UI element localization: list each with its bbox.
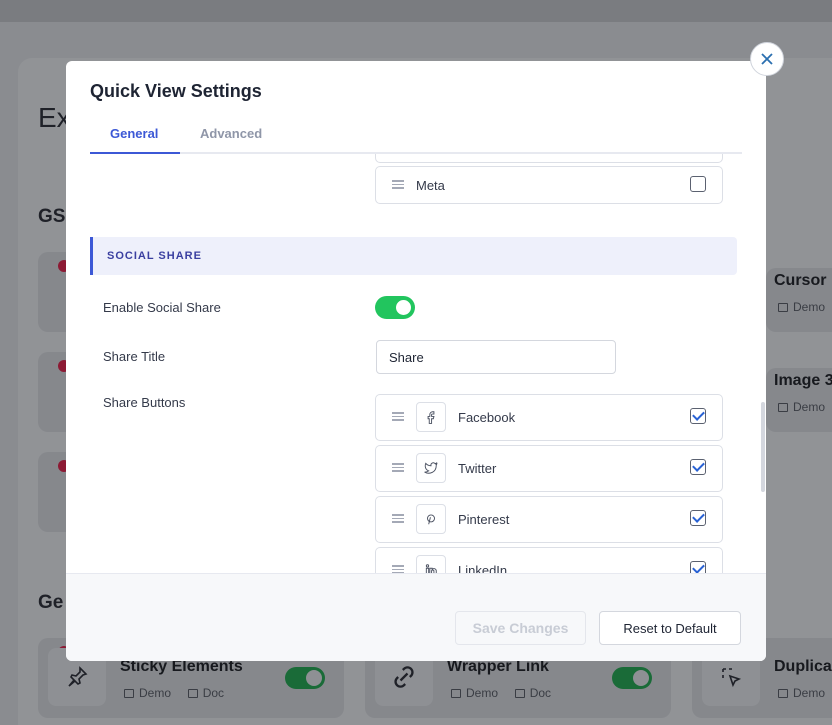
social-share-section-header: SOCIAL SHARE [90,237,737,275]
background-section-heading: Ge [38,592,64,613]
linkedin-icon [416,555,446,573]
modal-title: Quick View Settings [90,81,262,101]
tab-advanced[interactable]: Advanced [200,126,262,141]
meta-item-label: Meta [416,178,445,193]
share-title-label: Share Title [103,349,166,364]
settings-scroll-area[interactable]: Meta SOCIAL SHARE Enable Social Share Sh… [66,154,766,573]
close-icon [761,53,773,65]
reset-to-default-button[interactable]: Reset to Default [599,611,741,645]
share-button-label: Twitter [458,461,497,476]
pinterest-icon [416,504,446,534]
save-changes-button[interactable]: Save Changes [455,611,586,645]
meta-checkbox[interactable] [690,176,706,192]
twitter-checkbox[interactable] [690,459,706,475]
background-card-title: Image 3 [774,372,832,389]
doc-icon [187,688,198,698]
drag-handle-icon[interactable] [392,514,404,523]
background-topbar [0,0,832,22]
list-item[interactable] [375,154,723,163]
monitor-icon [124,688,134,698]
background-card-meta: Demo Doc [124,686,224,700]
tab-bar: General Advanced [90,123,742,154]
drag-handle-icon[interactable] [392,180,404,189]
meta-item[interactable]: Meta [375,166,723,204]
enable-social-share-toggle[interactable] [375,296,415,319]
background-card-title: Cursor [774,272,827,289]
background-card-meta: Demo Doc [451,686,551,700]
drag-handle-icon[interactable] [392,412,404,421]
share-button-label: Pinterest [458,512,510,527]
section-title: SOCIAL SHARE [107,250,202,262]
facebook-icon [416,402,446,432]
doc-icon [514,688,525,698]
close-modal-button[interactable] [750,42,784,76]
share-button-label: Facebook [458,410,516,425]
share-button-item-pinterest[interactable]: Pinterest [375,496,723,543]
share-button-item-facebook[interactable]: Facebook [375,394,723,441]
enable-social-share-label: Enable Social Share [103,300,221,315]
background-card-meta: Demo [778,686,825,700]
modal-footer: Save Changes Reset to Default [66,573,766,661]
share-button-item-linkedin[interactable]: LinkedIn [375,547,723,573]
pinterest-checkbox[interactable] [690,510,706,526]
quick-view-settings-modal: Quick View Settings General Advanced Met… [66,61,766,661]
drag-handle-icon[interactable] [392,463,404,472]
monitor-icon [778,302,788,312]
monitor-icon [778,402,788,412]
facebook-checkbox[interactable] [690,408,706,424]
share-button-item-twitter[interactable]: Twitter [375,445,723,492]
scrollbar-thumb[interactable] [761,402,765,492]
background-toggle [285,667,325,689]
background-toggle [612,667,652,689]
twitter-icon [416,453,446,483]
monitor-icon [451,688,461,698]
share-buttons-label: Share Buttons [103,395,186,410]
background-card-meta: Demo [778,300,825,314]
background-section-heading: GS [38,206,66,227]
background-card-title: Duplica [774,658,832,675]
monitor-icon [778,688,788,698]
drag-handle-icon[interactable] [392,565,404,573]
share-button-label: LinkedIn [458,563,508,573]
tab-general[interactable]: General [110,126,158,141]
background-card-meta: Demo [778,400,825,414]
share-title-input[interactable] [376,340,616,374]
linkedin-checkbox[interactable] [690,561,706,573]
